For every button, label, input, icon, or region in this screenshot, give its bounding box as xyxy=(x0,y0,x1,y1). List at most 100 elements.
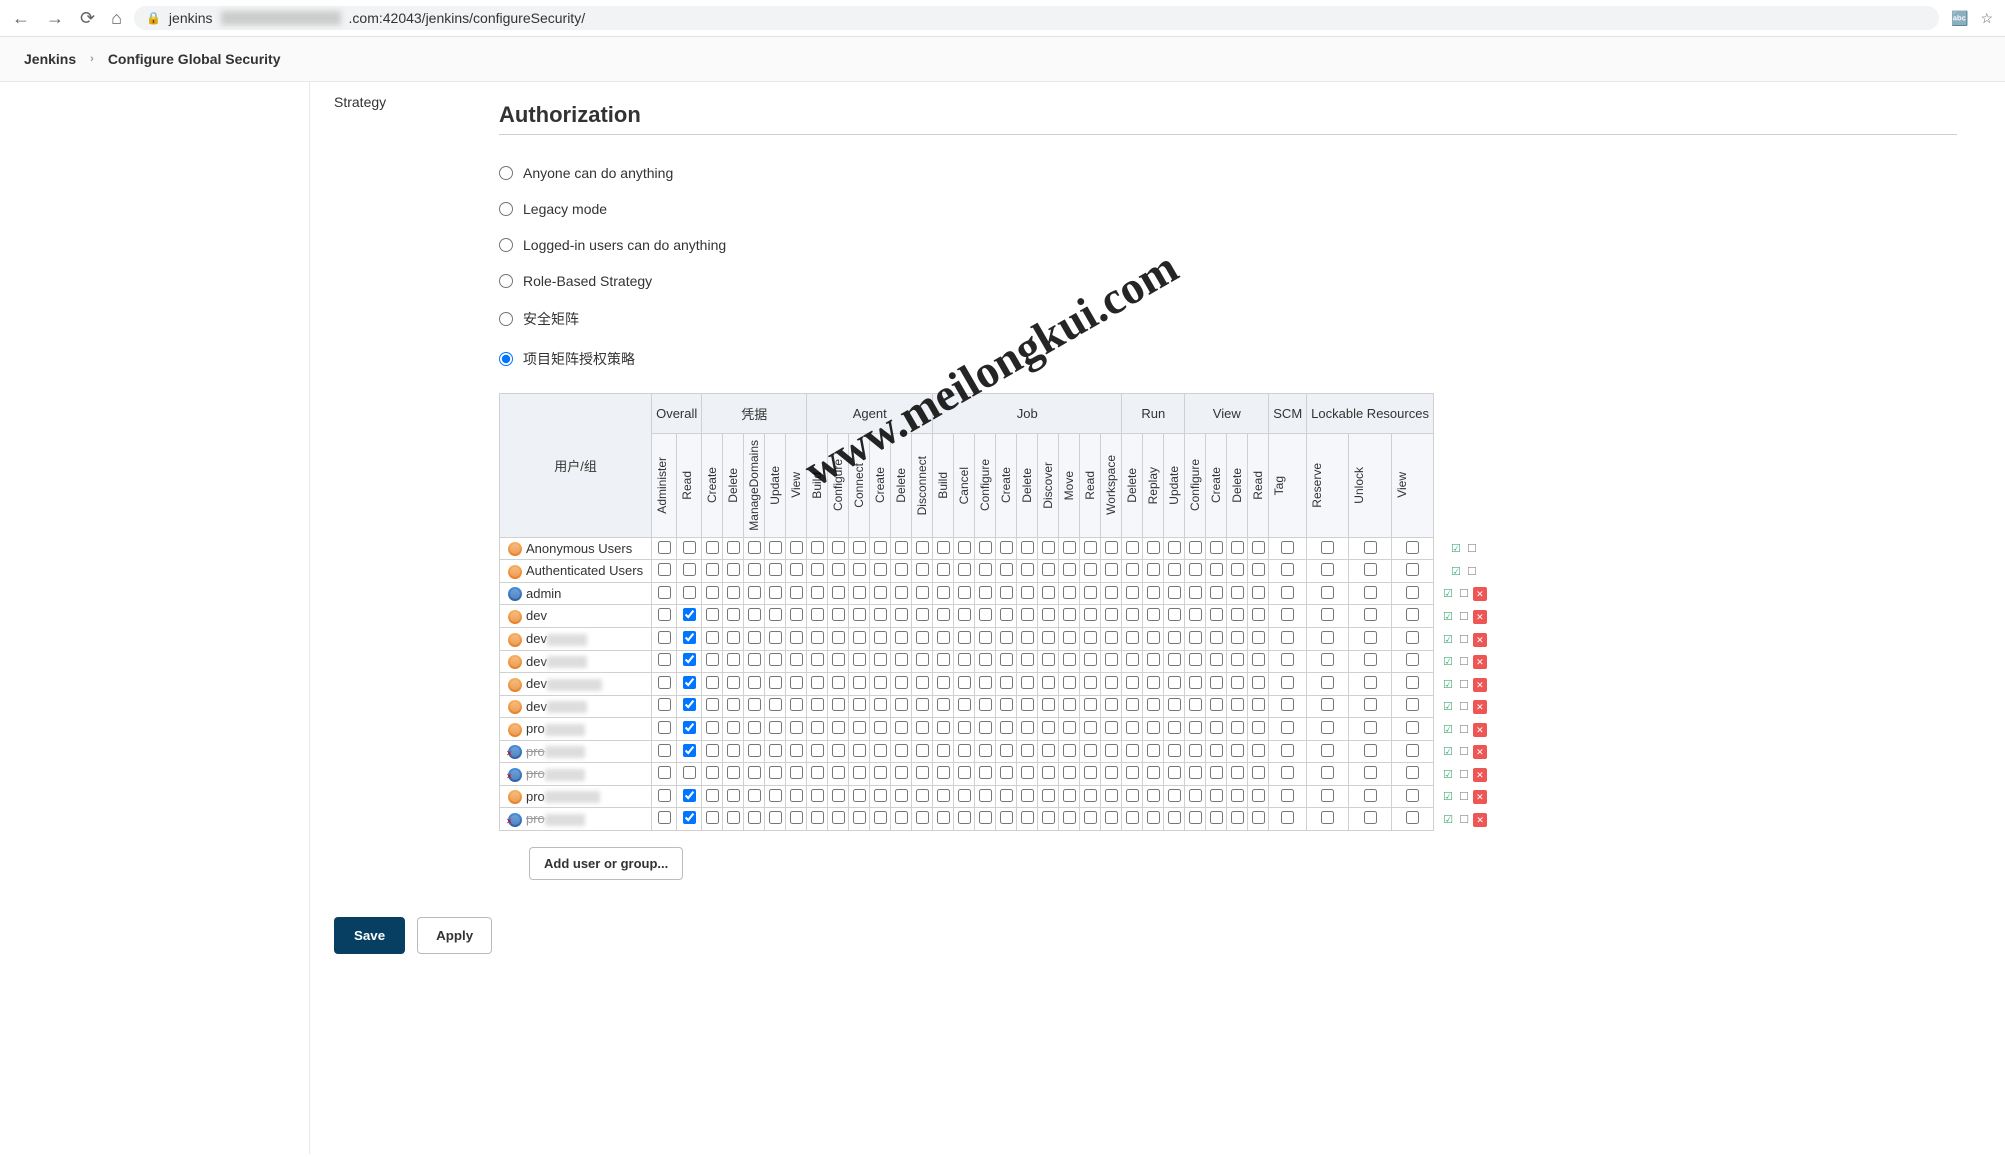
permission-checkbox[interactable] xyxy=(958,541,971,554)
permission-checkbox[interactable] xyxy=(979,789,992,802)
permission-checkbox[interactable] xyxy=(1281,608,1294,621)
permission-checkbox[interactable] xyxy=(769,789,782,802)
permission-checkbox[interactable] xyxy=(1084,811,1097,824)
permission-checkbox[interactable] xyxy=(1147,541,1160,554)
permission-checkbox[interactable] xyxy=(706,721,719,734)
permission-checkbox[interactable] xyxy=(1168,653,1181,666)
permission-checkbox[interactable] xyxy=(1406,789,1419,802)
permission-checkbox[interactable] xyxy=(1168,766,1181,779)
permission-checkbox[interactable] xyxy=(832,698,845,711)
permission-checkbox[interactable] xyxy=(811,653,824,666)
permission-checkbox[interactable] xyxy=(853,653,866,666)
permission-checkbox[interactable] xyxy=(979,676,992,689)
permission-checkbox[interactable] xyxy=(853,766,866,779)
permission-checkbox[interactable] xyxy=(1252,541,1265,554)
permission-checkbox[interactable] xyxy=(1231,653,1244,666)
permission-checkbox[interactable] xyxy=(1042,586,1055,599)
bookmark-star-icon[interactable]: ☆ xyxy=(1980,10,1993,27)
permission-checkbox[interactable] xyxy=(853,721,866,734)
permission-checkbox[interactable] xyxy=(979,586,992,599)
permission-checkbox[interactable] xyxy=(1364,721,1377,734)
permission-checkbox[interactable] xyxy=(1084,541,1097,554)
permission-checkbox[interactable] xyxy=(769,698,782,711)
permission-checkbox[interactable] xyxy=(916,631,929,644)
permission-checkbox[interactable] xyxy=(706,766,719,779)
permission-checkbox[interactable] xyxy=(1231,744,1244,757)
permission-checkbox[interactable] xyxy=(1364,698,1377,711)
remove-row-icon[interactable]: ✕ xyxy=(1473,723,1487,737)
back-icon[interactable]: ← xyxy=(12,8,30,29)
permission-checkbox[interactable] xyxy=(1281,744,1294,757)
permission-checkbox[interactable] xyxy=(1252,676,1265,689)
permission-checkbox[interactable] xyxy=(1000,586,1013,599)
permission-checkbox[interactable] xyxy=(1231,721,1244,734)
permission-checkbox[interactable] xyxy=(1105,698,1118,711)
permission-checkbox[interactable] xyxy=(916,721,929,734)
permission-checkbox[interactable] xyxy=(1105,631,1118,644)
permission-checkbox[interactable] xyxy=(658,541,671,554)
permission-checkbox[interactable] xyxy=(748,766,761,779)
permission-checkbox[interactable] xyxy=(1042,811,1055,824)
permission-checkbox[interactable] xyxy=(1042,721,1055,734)
permission-checkbox[interactable] xyxy=(1252,631,1265,644)
permission-checkbox[interactable] xyxy=(1321,676,1334,689)
permission-checkbox[interactable] xyxy=(937,653,950,666)
permission-checkbox[interactable] xyxy=(769,631,782,644)
authorization-radio-option[interactable]: Logged-in users can do anything xyxy=(499,227,1957,263)
permission-checkbox[interactable] xyxy=(853,608,866,621)
permission-checkbox[interactable] xyxy=(683,789,696,802)
permission-checkbox[interactable] xyxy=(727,631,740,644)
permission-checkbox[interactable] xyxy=(658,744,671,757)
permission-checkbox[interactable] xyxy=(874,653,887,666)
permission-checkbox[interactable] xyxy=(1231,608,1244,621)
permission-checkbox[interactable] xyxy=(1063,744,1076,757)
permission-checkbox[interactable] xyxy=(958,563,971,576)
permission-checkbox[interactable] xyxy=(683,744,696,757)
permission-checkbox[interactable] xyxy=(1231,789,1244,802)
permission-checkbox[interactable] xyxy=(1021,766,1034,779)
permission-checkbox[interactable] xyxy=(706,744,719,757)
permission-checkbox[interactable] xyxy=(1210,789,1223,802)
forward-icon[interactable]: → xyxy=(46,8,64,29)
permission-checkbox[interactable] xyxy=(1000,721,1013,734)
permission-checkbox[interactable] xyxy=(811,698,824,711)
permission-checkbox[interactable] xyxy=(916,586,929,599)
permission-checkbox[interactable] xyxy=(706,631,719,644)
select-all-icon[interactable]: ☑ xyxy=(1449,565,1463,579)
permission-checkbox[interactable] xyxy=(748,563,761,576)
permission-checkbox[interactable] xyxy=(1147,631,1160,644)
permission-checkbox[interactable] xyxy=(979,653,992,666)
authorization-radio-option[interactable]: Anyone can do anything xyxy=(499,155,1957,191)
permission-checkbox[interactable] xyxy=(1210,676,1223,689)
permission-checkbox[interactable] xyxy=(1021,563,1034,576)
clear-all-icon[interactable]: ☐ xyxy=(1457,587,1471,601)
permission-checkbox[interactable] xyxy=(937,541,950,554)
permission-checkbox[interactable] xyxy=(874,721,887,734)
radio-input[interactable] xyxy=(499,352,513,366)
permission-checkbox[interactable] xyxy=(853,811,866,824)
remove-row-icon[interactable]: ✕ xyxy=(1473,745,1487,759)
permission-checkbox[interactable] xyxy=(895,811,908,824)
permission-checkbox[interactable] xyxy=(1063,789,1076,802)
permission-checkbox[interactable] xyxy=(937,608,950,621)
permission-checkbox[interactable] xyxy=(832,789,845,802)
permission-checkbox[interactable] xyxy=(727,541,740,554)
permission-checkbox[interactable] xyxy=(832,563,845,576)
permission-checkbox[interactable] xyxy=(1126,586,1139,599)
permission-checkbox[interactable] xyxy=(1126,631,1139,644)
permission-checkbox[interactable] xyxy=(1406,541,1419,554)
permission-checkbox[interactable] xyxy=(937,789,950,802)
permission-checkbox[interactable] xyxy=(1231,631,1244,644)
remove-row-icon[interactable]: ✕ xyxy=(1473,655,1487,669)
remove-row-icon[interactable]: ✕ xyxy=(1473,700,1487,714)
permission-checkbox[interactable] xyxy=(937,721,950,734)
permission-checkbox[interactable] xyxy=(811,766,824,779)
permission-checkbox[interactable] xyxy=(1231,563,1244,576)
permission-checkbox[interactable] xyxy=(1168,631,1181,644)
permission-checkbox[interactable] xyxy=(1147,698,1160,711)
permission-checkbox[interactable] xyxy=(1189,653,1202,666)
permission-checkbox[interactable] xyxy=(1021,721,1034,734)
permission-checkbox[interactable] xyxy=(683,586,696,599)
permission-checkbox[interactable] xyxy=(769,744,782,757)
permission-checkbox[interactable] xyxy=(1406,811,1419,824)
